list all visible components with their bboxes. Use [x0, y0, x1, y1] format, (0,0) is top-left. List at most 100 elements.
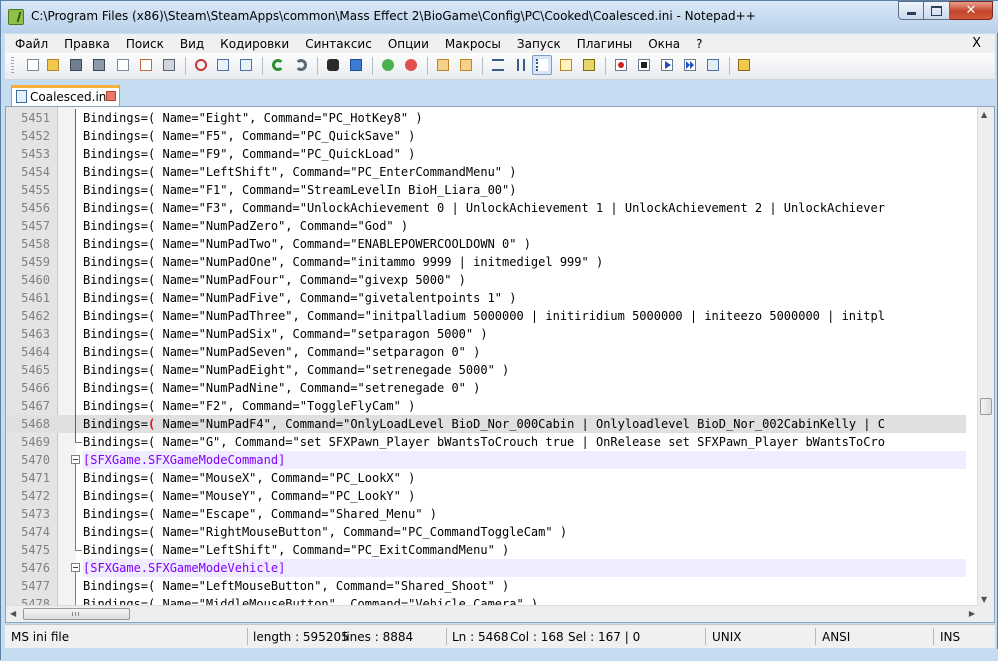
code-line[interactable]: 5456 Bindings=( Name="F3", Command="Unloc…: [6, 199, 966, 217]
menu-macro[interactable]: Макросы: [435, 37, 507, 51]
code-line[interactable]: 5461 Bindings=( Name="NumPadFive", Comman…: [6, 289, 966, 307]
maximize-button[interactable]: [924, 1, 950, 20]
code-line[interactable]: 5469 Bindings=( Name="G", Command="set SF…: [6, 433, 966, 451]
play-multiple-button[interactable]: [682, 57, 698, 73]
close-button[interactable]: [115, 57, 131, 73]
code-area[interactable]: 5451 Bindings=( Name="Eight", Command="PC…: [6, 107, 966, 607]
close-document-button[interactable]: X: [972, 36, 981, 51]
code-line[interactable]: 5471 Bindings=( Name="MouseX", Command="P…: [6, 469, 966, 487]
document-map-button[interactable]: [558, 57, 574, 73]
code-line[interactable]: 5459 Bindings=( Name="NumPadOne", Command…: [6, 253, 966, 271]
close-window-button[interactable]: ✕: [950, 1, 993, 20]
save-macro-button[interactable]: [705, 57, 721, 73]
code-line[interactable]: 5472 Bindings=( Name="MouseY", Command="P…: [6, 487, 966, 505]
code-line[interactable]: 5453 Bindings=( Name="F9", Command="PC_Qu…: [6, 145, 966, 163]
scroll-right-icon[interactable]: ▶: [969, 609, 975, 618]
menu-encoding[interactable]: Кодировки: [210, 37, 295, 51]
indent-guide-button[interactable]: [532, 55, 552, 75]
sync-vertical-button[interactable]: [435, 57, 451, 73]
toolbar-grip[interactable]: [11, 57, 14, 75]
code-line[interactable]: 5465 Bindings=( Name="NumPadEight", Comma…: [6, 361, 966, 379]
save-button[interactable]: [68, 57, 84, 73]
code-text: Bindings=( Name="MouseY", Command="PC_Lo…: [83, 489, 416, 503]
document-map-icon: [560, 59, 572, 71]
copy-button[interactable]: [215, 57, 231, 73]
status-separator: [933, 628, 934, 645]
new-file-button[interactable]: [25, 57, 41, 73]
menu-plugins[interactable]: Плагины: [567, 37, 638, 51]
code-line[interactable]: 5466 Bindings=( Name="NumPadNine", Comman…: [6, 379, 966, 397]
scroll-left-icon[interactable]: ◀: [10, 609, 16, 618]
menu-window[interactable]: Окна: [638, 37, 686, 51]
undo-button[interactable]: [270, 57, 286, 73]
minimize-button[interactable]: [898, 1, 924, 20]
code-line[interactable]: 5462 Bindings=( Name="NumPadThree", Comma…: [6, 307, 966, 325]
sync-horizontal-button[interactable]: [458, 57, 474, 73]
code-line[interactable]: 5470 [SFXGame.SFXGameModeCommand]: [6, 451, 966, 469]
menu-view[interactable]: Вид: [170, 37, 210, 51]
code-line[interactable]: 5460 Bindings=( Name="NumPadFour", Comman…: [6, 271, 966, 289]
menu-run[interactable]: Запуск: [507, 37, 567, 51]
code-line[interactable]: 5463 Bindings=( Name="NumPadSix", Command…: [6, 325, 966, 343]
code-line[interactable]: 5476 [SFXGame.SFXGameModeVehicle]: [6, 559, 966, 577]
menu-language[interactable]: Синтаксис: [295, 37, 378, 51]
code-line[interactable]: 5477 Bindings=( Name="LeftMouseButton", C…: [6, 577, 966, 595]
menu-edit[interactable]: Правка: [54, 37, 116, 51]
status-column: Col : 168: [510, 630, 564, 644]
redo-button[interactable]: [293, 57, 309, 73]
code-line[interactable]: 5454 Bindings=( Name="LeftShift", Command…: [6, 163, 966, 181]
zoom-out-button[interactable]: [403, 57, 419, 73]
code-line[interactable]: 5464 Bindings=( Name="NumPadSeven", Comma…: [6, 343, 966, 361]
run-button[interactable]: [736, 57, 752, 73]
redo-icon: [295, 59, 307, 71]
code-line[interactable]: 5452 Bindings=( Name="F5", Command="PC_Qu…: [6, 127, 966, 145]
scroll-up-icon[interactable]: ▲: [981, 110, 987, 119]
paste-button[interactable]: [238, 57, 254, 73]
code-keyword: Bindings=: [83, 417, 149, 431]
scroll-down-icon[interactable]: ▼: [981, 595, 987, 604]
code-line[interactable]: 5467 Bindings=( Name="F2", Command="Toggl…: [6, 397, 966, 415]
menu-settings[interactable]: Опции: [378, 37, 435, 51]
code-line[interactable]: 5455 Bindings=( Name="F1", Command="Strea…: [6, 181, 966, 199]
play-macro-button[interactable]: [659, 57, 675, 73]
function-list-button[interactable]: [581, 57, 597, 73]
code-text: Bindings=( Name="NumPadFive", Command="g…: [83, 291, 517, 305]
code-text: Bindings=( Name="NumPadOne", Command="in…: [83, 255, 604, 269]
find-button[interactable]: [325, 57, 341, 73]
menu-search[interactable]: Поиск: [116, 37, 170, 51]
toolbar-separator: [482, 57, 483, 75]
code-editor[interactable]: 5451 Bindings=( Name="Eight", Command="PC…: [5, 106, 995, 623]
tab-coalesced-ini[interactable]: Coalesced.ini: [11, 85, 120, 106]
vertical-scroll-thumb[interactable]: [980, 398, 992, 415]
fold-toggle-icon[interactable]: [71, 563, 80, 572]
save-all-button[interactable]: [91, 57, 107, 73]
code-line[interactable]: 5474 Bindings=( Name="RightMouseButton", …: [6, 523, 966, 541]
close-all-button[interactable]: [138, 57, 154, 73]
horizontal-scrollbar[interactable]: ◀ ▶: [6, 605, 979, 622]
record-macro-button[interactable]: [613, 57, 629, 73]
zoom-in-button[interactable]: [380, 57, 396, 73]
horizontal-scroll-thumb[interactable]: [23, 608, 130, 620]
code-line[interactable]: 5451 Bindings=( Name="Eight", Command="PC…: [6, 109, 966, 127]
title-bar[interactable]: C:\Program Files (x86)\Steam\SteamApps\c…: [1, 1, 998, 33]
code-line[interactable]: 5458 Bindings=( Name="NumPadTwo", Command…: [6, 235, 966, 253]
code-text: Bindings=( Name="NumPadEight", Command="…: [83, 363, 510, 377]
tab-close-icon[interactable]: [106, 91, 116, 101]
code-line[interactable]: 5457 Bindings=( Name="NumPadZero", Comman…: [6, 217, 966, 235]
code-line[interactable]: 5473 Bindings=( Name="Escape", Command="S…: [6, 505, 966, 523]
cut-button[interactable]: [193, 57, 209, 73]
code-line[interactable]: 5475 Bindings=( Name="LeftShift", Command…: [6, 541, 966, 559]
print-button[interactable]: [161, 57, 177, 73]
word-wrap-button[interactable]: [490, 57, 506, 73]
menu-file[interactable]: Файл: [5, 37, 54, 51]
fold-toggle-icon[interactable]: [71, 455, 80, 464]
menu-help[interactable]: ?: [686, 37, 708, 51]
stop-record-button[interactable]: [636, 57, 652, 73]
line-number: 5476: [21, 561, 50, 575]
notepadpp-app-icon[interactable]: [8, 9, 24, 25]
vertical-scrollbar[interactable]: ▲ ▼: [977, 107, 994, 607]
code-line[interactable]: 5468 Bindings=( Name="NumPadF4", Command=…: [6, 415, 966, 433]
show-all-chars-button[interactable]: [513, 57, 529, 73]
open-file-button[interactable]: [45, 57, 61, 73]
replace-button[interactable]: [348, 57, 364, 73]
